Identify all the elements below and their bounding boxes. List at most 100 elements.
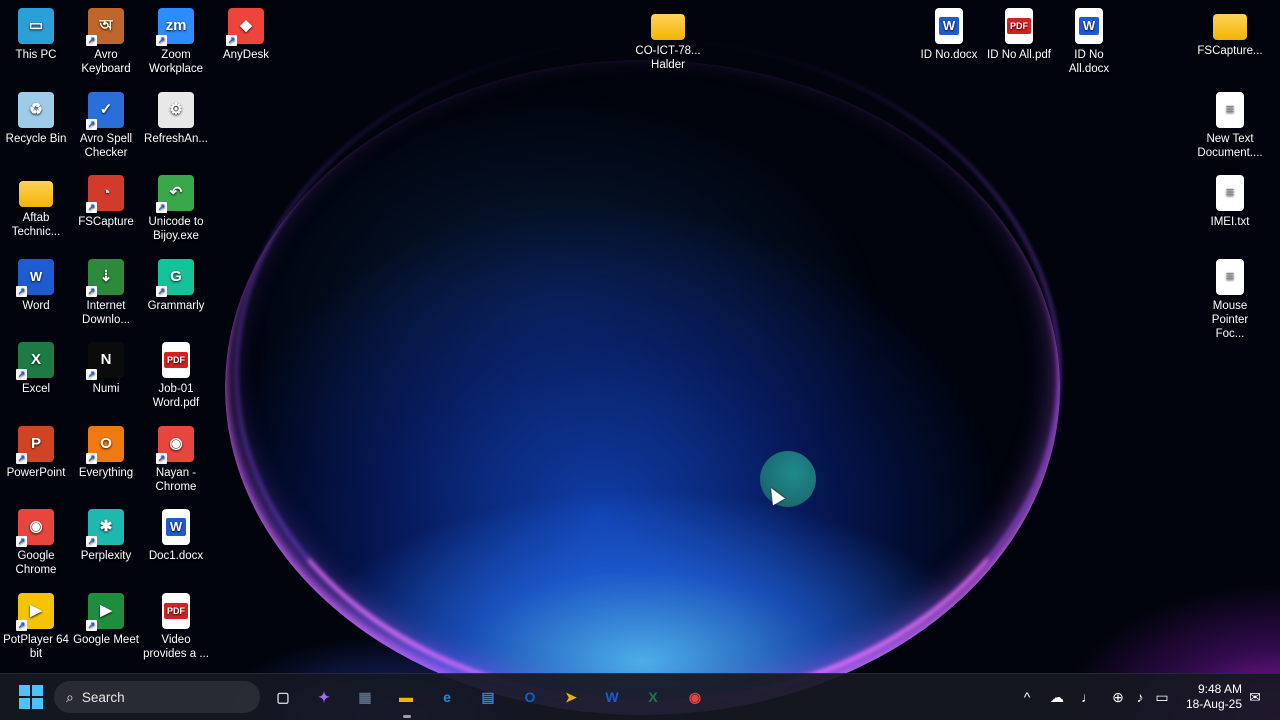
word-taskbar-icon[interactable]: W <box>597 682 627 712</box>
desktop-icon[interactable]: ✓ ↗ Avro Spell Checker <box>70 86 142 160</box>
desktop-icon-label: This PC <box>15 49 57 61</box>
desktop-icon[interactable]: ▭ This PC <box>0 2 72 62</box>
running-indicator <box>403 715 411 718</box>
desktop-icon-label: ID No.docx <box>920 49 978 61</box>
battery-icon[interactable]: ▭ <box>1151 674 1173 720</box>
unicode-bijoy-icon: ↶ ↗ <box>156 175 194 213</box>
desktop-icon-label: Google Meet <box>73 633 139 646</box>
desktop-icon-label: ID No All.pdf <box>987 49 1051 61</box>
desktop-icon-label: Everything <box>78 466 134 479</box>
microphone-icon[interactable]: ♩ <box>1077 674 1099 720</box>
desktop-icon[interactable]: ◆ ↗ AnyDesk <box>210 2 282 62</box>
windows-logo-icon <box>19 685 30 696</box>
desktop-icon[interactable]: ≡ New Text Document.... <box>1194 86 1266 160</box>
shortcut-arrow-icon: ↗ <box>16 619 27 631</box>
desktop-icon-label: PotPlayer 64 bit <box>3 633 69 660</box>
refresh-icon: ⚙ <box>158 91 194 128</box>
onedrive-icon[interactable]: ☁ <box>1046 674 1068 720</box>
desktop-icon[interactable]: P ↗ PowerPoint <box>0 420 72 480</box>
desktop-icon[interactable]: ⇣ ↗ Internet Downlo... <box>70 253 142 327</box>
task-view-icon[interactable]: ▢ <box>268 682 298 712</box>
outlook-icon[interactable]: O <box>515 682 545 712</box>
desktop-icon-label: Word <box>22 299 50 312</box>
shortcut-arrow-icon: ↗ <box>16 285 27 297</box>
network-icon[interactable]: ⊕ <box>1107 674 1129 720</box>
desktop-icon[interactable]: G ↗ Grammarly <box>140 253 212 313</box>
text-file-icon: ≡ <box>1216 91 1244 128</box>
desktop-icon[interactable]: W ID No.docx <box>913 2 985 62</box>
desktop-icon[interactable]: ♻ Recycle Bin <box>0 86 72 146</box>
pdf-icon: PDF <box>162 592 190 629</box>
desktop-icon[interactable]: ▶ ↗ Google Meet <box>70 587 142 647</box>
pdf-icon: PDF <box>1005 8 1033 44</box>
shortcut-arrow-icon: ↗ <box>86 118 97 130</box>
desktop-icon[interactable]: ⚙ RefreshAn... <box>140 86 212 146</box>
desktop-icon-label: Aftab Technic... <box>11 212 61 238</box>
desktop-icon-label: FSCapture <box>78 216 134 228</box>
desktop-icon[interactable]: W ↗ Word <box>0 253 72 313</box>
desktop-icon-label: Internet Downlo... <box>82 299 130 326</box>
clock-date: 18-Aug-25 <box>1185 697 1242 711</box>
perplexity-icon: ✱ ↗ <box>86 509 124 547</box>
shortcut-arrow-icon: ↗ <box>86 536 97 547</box>
shortcut-arrow-icon: ↗ <box>86 619 97 631</box>
desktop-icon[interactable]: ≡ IMEI.txt <box>1194 169 1266 229</box>
chrome-taskbar-icon[interactable]: ◉ <box>680 682 710 712</box>
desktop-icon[interactable]: ◉ ↗ Nayan - Chrome <box>140 420 212 494</box>
powerpoint-icon: P ↗ <box>16 425 54 464</box>
show-hidden-icons-chevron-icon[interactable]: ^ <box>1016 674 1038 720</box>
desktop-icon-label: Perplexity <box>80 550 132 562</box>
docx-icon: W <box>162 509 190 545</box>
desktop-icon[interactable]: ↶ ↗ Unicode to Bijoy.exe <box>140 169 212 243</box>
desktop-icon[interactable]: PDF Video provides a ... <box>140 587 212 661</box>
desktop-icon[interactable]: FSCapture... <box>1194 2 1266 58</box>
shortcut-arrow-icon: ↗ <box>16 369 27 380</box>
desktop-icon[interactable]: ≡ Mouse Pointer Foc... <box>1194 253 1266 341</box>
calculator-icon[interactable]: ▦ <box>350 682 380 712</box>
notification-bell-icon[interactable]: ✉ <box>1245 674 1265 720</box>
shortcut-arrow-icon: ↗ <box>86 202 97 213</box>
shortcut-arrow-icon: ↗ <box>156 285 167 297</box>
desktop[interactable]: ▭ This PC ♻ Recycle Bin Aftab Technic... W ↗ Wo… <box>0 0 1280 720</box>
desktop-icon-label: Google Chrome <box>15 550 57 576</box>
desktop-icon-label: Recycle Bin <box>5 132 67 145</box>
pointer-tool-icon[interactable]: ➤ <box>556 682 586 712</box>
file-explorer-icon[interactable]: ▬ <box>391 682 421 712</box>
desktop-icon[interactable]: X ↗ Excel <box>0 336 72 396</box>
desktop-icon[interactable]: O ↗ Everything <box>70 420 142 480</box>
fscapture-icon: ◔ ↗ <box>86 175 124 213</box>
desktop-icon[interactable]: W Doc1.docx <box>140 503 212 563</box>
desktop-icon[interactable]: PDF ID No All.pdf <box>983 2 1055 62</box>
desktop-icon-label: RefreshAn... <box>144 132 208 145</box>
grammarly-icon: G ↗ <box>156 258 194 297</box>
taskbar-search[interactable]: ⌕ Search <box>54 681 260 713</box>
desktop-icon[interactable]: PDF Job-01 Word.pdf <box>140 336 212 410</box>
volume-icon[interactable]: ♪ <box>1129 674 1151 720</box>
start-button[interactable] <box>19 685 43 709</box>
numi-icon: N ↗ <box>86 342 124 380</box>
desktop-icon-label: Job-01 Word.pdf <box>152 383 200 409</box>
copilot-icon[interactable]: ✦ <box>309 682 339 712</box>
desktop-icon[interactable]: অ ↗ Avro Keyboard <box>70 2 142 76</box>
docx-icon: W <box>1075 8 1103 44</box>
desktop-icon-label: Unicode to Bijoy.exe <box>148 216 204 242</box>
clock[interactable]: 9:48 AM 18-Aug-25 <box>1186 682 1242 712</box>
excel-taskbar-icon[interactable]: X <box>638 682 668 712</box>
desktop-icon-label: IMEI.txt <box>1210 216 1250 228</box>
desktop-icon[interactable]: ▶ ↗ PotPlayer 64 bit <box>0 587 72 661</box>
desktop-icon-label: Zoom Workplace <box>148 49 204 75</box>
desktop-icon[interactable]: ◔ ↗ FSCapture <box>70 169 142 229</box>
desktop-icon[interactable]: zm ↗ Zoom Workplace <box>140 2 212 76</box>
shortcut-arrow-icon: ↗ <box>86 285 97 297</box>
desktop-icon-label: Numi <box>92 383 120 395</box>
edge-icon[interactable]: e <box>432 682 462 712</box>
shortcut-arrow-icon: ↗ <box>86 35 97 46</box>
desktop-icon[interactable]: W ID No All.docx <box>1053 2 1125 76</box>
shortcut-arrow-icon: ↗ <box>156 452 167 464</box>
microsoft-store-icon[interactable]: ▤ <box>473 682 503 712</box>
desktop-icon[interactable]: ◉ ↗ Google Chrome <box>0 503 72 577</box>
desktop-icon[interactable]: ✱ ↗ Perplexity <box>70 503 142 563</box>
desktop-icon[interactable]: N ↗ Numi <box>70 336 142 396</box>
desktop-icon[interactable]: CO-ICT-78... Halder <box>632 2 704 72</box>
desktop-icon[interactable]: Aftab Technic... <box>0 169 72 239</box>
